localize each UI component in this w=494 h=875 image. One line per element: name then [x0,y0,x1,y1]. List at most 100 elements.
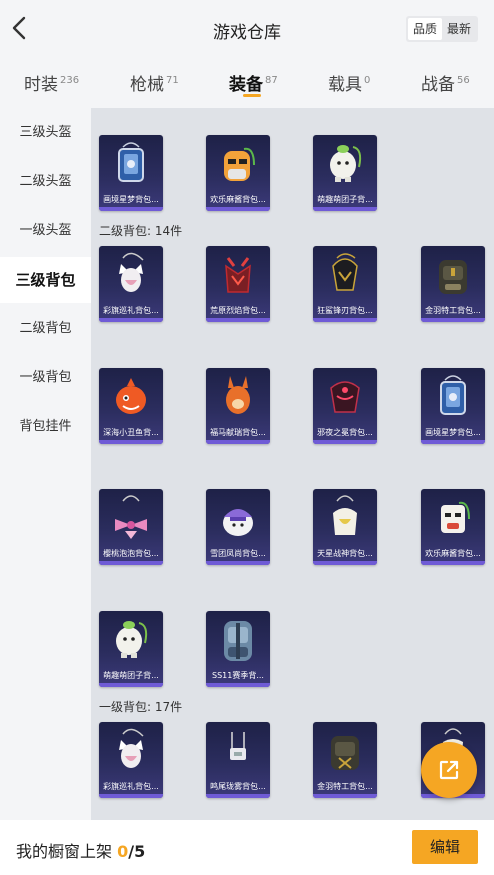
rarity-bar [99,683,163,687]
item-card[interactable]: 欢乐麻酱背包... [206,135,270,211]
item-name: 雪团凤尚背包... [210,549,266,558]
sort-newest-button[interactable]: 最新 [442,18,476,40]
item-name: 画境星梦背包... [425,428,481,437]
item-name: 金羽特工背包... [317,782,373,791]
backpack-image [330,381,360,413]
item-name: 欢乐麻酱背包... [425,549,481,558]
backpack-image [115,495,147,539]
backpack-image [116,378,146,414]
item-card[interactable]: 福马献瑞背包... [206,368,270,444]
item-card[interactable]: 彩旗巡礼背包... [99,722,163,798]
footer-bar: 我的橱窗上架 0/5 编辑 [0,820,494,875]
edit-button[interactable]: 编辑 [412,830,478,864]
tab-label: 载具 [328,75,362,95]
tab-equipment[interactable]: 装备 87 [229,70,278,95]
showcase-status: 我的橱窗上架 0/5 [16,838,145,862]
rarity-bar [421,561,485,565]
subcategory-sidebar: 三级头盔 二级头盔 一级头盔 三级背包 二级背包 一级背包 背包挂件 [0,108,91,820]
item-name: 荒原烈焰背包... [210,306,266,315]
rarity-bar [313,794,377,798]
backpack-image [441,501,470,533]
item-name: 鸣尾珑雾背包... [210,782,266,791]
item-name: 深海小丑鱼背... [103,428,159,437]
showcase-total: /5 [128,842,146,861]
header: 游戏仓库 品质 最新 [0,0,494,58]
item-name: 金羽特工背包... [425,306,481,315]
item-name: 彩旗巡礼背包... [103,306,159,315]
item-card[interactable]: 金羽特工背包... [421,246,485,322]
tab-count: 0 [364,75,371,86]
tab-vehicles[interactable]: 载具 0 [328,70,370,95]
sidebar-item-helmet-1[interactable]: 一级头盔 [0,208,91,254]
rarity-bar [421,440,485,444]
showcase-label: 我的橱窗上架 [16,842,118,861]
item-name: SS11赛季背... [212,671,264,680]
section-title-level2: 二级背包: 14件 [99,224,183,238]
tab-count: 236 [60,75,80,86]
item-card[interactable]: 鸣尾珑雾背包... [206,722,270,798]
item-name: 邪夜之冕背包... [317,428,373,437]
section-title-level1: 一级背包: 17件 [99,700,183,714]
sort-quality-button[interactable]: 品质 [407,18,442,40]
rarity-bar [99,794,163,798]
backpack-image [116,621,148,658]
share-button[interactable] [421,742,477,798]
item-name: 彩旗巡礼背包... [103,782,159,791]
item-name: 萌趣萌团子背... [317,195,373,204]
tab-count: 71 [166,75,179,86]
sidebar-item-backpack-1[interactable]: 一级背包 [0,355,91,401]
rarity-bar [99,561,163,565]
item-card[interactable]: 深海小丑鱼背... [99,368,163,444]
item-card[interactable]: 画境星梦背包... [99,135,163,211]
item-card[interactable]: 彩旗巡礼背包... [99,246,163,322]
sidebar-item-backpack-3[interactable]: 三级背包 [0,257,91,303]
backpack-image [439,260,467,294]
item-name: 福马献瑞背包... [210,428,266,437]
tab-supplies[interactable]: 战备 56 [421,70,470,95]
rarity-bar [206,794,270,798]
item-name: 天星战神背包... [317,549,373,558]
item-card[interactable]: 樱桃泡泡背包... [99,489,163,565]
item-name: 欢乐麻酱背包... [210,195,266,204]
item-card[interactable]: 狂鲨锋刃背包... [313,246,377,322]
item-card[interactable]: 雪团凤尚背包... [206,489,270,565]
rarity-bar [313,440,377,444]
item-card[interactable]: 邪夜之冕背包... [313,368,377,444]
rarity-bar [206,440,270,444]
backpack-image [119,252,144,292]
backpack-image [225,257,251,293]
tab-label: 枪械 [130,75,164,95]
item-card[interactable]: 天星战神背包... [313,489,377,565]
tab-count: 56 [457,75,470,86]
item-card[interactable]: 萌趣萌团子背... [99,611,163,687]
rarity-bar [206,561,270,565]
sidebar-item-helmet-3[interactable]: 三级头盔 [0,110,91,156]
tab-count: 87 [265,75,278,86]
backpack-image [223,509,253,536]
sidebar-item-backpack-2[interactable]: 二级背包 [0,306,91,352]
backpack-image [224,147,255,181]
item-card[interactable]: SS11赛季背... [206,611,270,687]
rarity-bar [313,207,377,211]
sidebar-item-backpack-charm[interactable]: 背包挂件 [0,404,91,450]
tab-label: 时装 [24,75,58,95]
item-card[interactable]: 画境星梦背包... [421,368,485,444]
backpack-image [119,728,144,768]
item-card[interactable]: 萌趣萌团子背... [313,135,377,211]
item-card[interactable]: 金羽特工背包... [313,722,377,798]
sidebar-item-helmet-2[interactable]: 二级头盔 [0,159,91,205]
backpack-image [118,142,144,182]
rarity-bar [99,440,163,444]
item-name: 狂鲨锋刃背包... [317,306,373,315]
item-name: 樱桃泡泡背包... [103,549,159,558]
item-name: 萌趣萌团子背... [103,671,159,680]
backpack-image [331,736,359,770]
tab-fashion[interactable]: 时装 236 [24,70,79,95]
item-card[interactable]: 欢乐麻酱背包... [421,489,485,565]
item-card[interactable]: 荒原烈焰背包... [206,246,270,322]
tab-guns[interactable]: 枪械 71 [130,70,179,95]
backpack-image [333,495,357,535]
rarity-bar [206,683,270,687]
backpack-image [224,621,252,661]
rarity-bar [313,561,377,565]
